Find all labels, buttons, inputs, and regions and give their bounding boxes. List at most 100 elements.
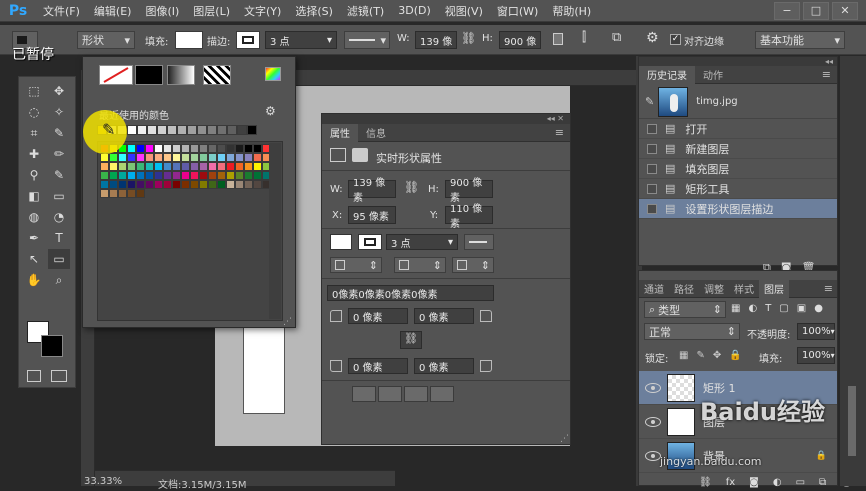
color-swatch[interactable] — [127, 153, 136, 162]
corner-link-icon[interactable]: ⛓ — [400, 331, 422, 349]
color-swatch[interactable] — [127, 162, 136, 171]
color-swatch[interactable] — [118, 171, 127, 180]
color-swatch[interactable] — [217, 171, 226, 180]
pattern-icon[interactable] — [203, 65, 231, 85]
dodge-tool-icon[interactable]: ◔ — [48, 207, 70, 227]
color-swatch[interactable] — [127, 189, 136, 198]
layers-scrollbar-thumb[interactable] — [848, 386, 856, 456]
color-swatch[interactable] — [253, 162, 262, 171]
filter-toggle-icon[interactable]: ● — [814, 303, 823, 314]
type-filter-icon[interactable]: T — [765, 303, 771, 314]
color-swatch[interactable] — [226, 180, 235, 189]
menu-item[interactable]: 编辑(E) — [87, 0, 139, 22]
color-swatch[interactable] — [172, 171, 181, 180]
color-swatch[interactable] — [244, 171, 253, 180]
folder-icon[interactable]: ▭ — [796, 477, 805, 488]
lasso-tool-icon[interactable]: ◌ — [23, 102, 45, 122]
color-swatch[interactable] — [154, 153, 163, 162]
color-swatch[interactable] — [199, 171, 208, 180]
workspace-select[interactable]: 基本功能 ▾ — [755, 31, 845, 49]
color-swatch[interactable] — [154, 180, 163, 189]
color-swatch[interactable] — [217, 144, 226, 153]
exclude-shapes-button[interactable] — [430, 386, 454, 402]
color-swatch[interactable] — [190, 144, 199, 153]
color-swatch[interactable] — [172, 144, 181, 153]
recent-color-swatch[interactable] — [157, 125, 167, 135]
panel-collapse-icon[interactable]: ◂◂ ✕ — [322, 114, 570, 124]
adjustment-layer-icon[interactable]: ◐ — [773, 477, 782, 488]
menu-item[interactable]: 3D(D) — [391, 0, 438, 22]
mask-properties-icon[interactable] — [352, 148, 368, 162]
color-swatch[interactable] — [100, 162, 109, 171]
color-swatch[interactable] — [235, 144, 244, 153]
color-swatch[interactable] — [154, 171, 163, 180]
color-swatch[interactable] — [100, 189, 109, 198]
color-swatch[interactable] — [163, 153, 172, 162]
color-swatch[interactable] — [253, 171, 262, 180]
clone-stamp-tool-icon[interactable]: ⚲ — [23, 165, 45, 185]
tab-styles[interactable]: 样式 — [729, 280, 759, 298]
lock-all-icon[interactable]: 🔒 — [729, 350, 741, 361]
combine-shapes-button[interactable] — [352, 386, 376, 402]
color-swatch[interactable] — [208, 171, 217, 180]
menu-item[interactable]: 滤镜(T) — [340, 0, 391, 22]
blend-mode-select[interactable]: 正常 ⇕ — [644, 323, 740, 340]
blur-tool-icon[interactable]: ◍ — [23, 207, 45, 227]
fx-icon[interactable]: fx — [726, 477, 735, 488]
lock-transparent-icon[interactable]: ▦ — [679, 350, 688, 361]
color-swatch[interactable] — [163, 162, 172, 171]
menu-item[interactable]: 选择(S) — [288, 0, 340, 22]
color-swatch[interactable] — [244, 180, 253, 189]
swatches-scrollbar[interactable] — [269, 143, 281, 319]
corner-br-input[interactable]: 0 像素 — [414, 358, 474, 374]
layer-filter-select[interactable]: ⌕ 类型 ⇕ — [644, 301, 726, 318]
gear-icon[interactable]: ⚙ — [265, 104, 276, 118]
panel-menu-icon[interactable]: ≡ — [555, 126, 564, 139]
panel-menu-icon[interactable]: ≡ — [824, 282, 833, 295]
history-checkbox[interactable] — [647, 143, 657, 154]
recent-color-swatch[interactable] — [247, 125, 257, 135]
color-swatch[interactable] — [154, 144, 163, 153]
resize-grip-icon[interactable]: ⋰ — [283, 317, 292, 327]
prop-stroke-swatch[interactable] — [358, 234, 382, 250]
color-swatch[interactable] — [109, 171, 118, 180]
color-swatch[interactable] — [118, 180, 127, 189]
color-swatch[interactable] — [136, 144, 145, 153]
color-swatch[interactable] — [163, 180, 172, 189]
lock-position-icon[interactable]: ✥ — [713, 350, 721, 361]
history-snapshot[interactable]: ✎ timg.jpg — [639, 85, 837, 119]
color-swatch[interactable] — [109, 189, 118, 198]
background-color[interactable] — [41, 335, 63, 357]
color-swatch[interactable] — [118, 162, 127, 171]
color-swatch[interactable] — [208, 153, 217, 162]
adjustment-filter-icon[interactable]: ◐ — [748, 303, 757, 314]
recent-color-swatch[interactable] — [177, 125, 187, 135]
path-operations-icon[interactable] — [553, 33, 563, 45]
tab-paths[interactable]: 路径 — [669, 280, 699, 298]
magic-wand-tool-icon[interactable]: ✧ — [48, 102, 70, 122]
color-swatch[interactable] — [199, 180, 208, 189]
tab-properties[interactable]: 属性 — [322, 123, 358, 142]
shape-filter-icon[interactable]: ▢ — [779, 303, 788, 314]
gear-icon[interactable]: ⚙ — [646, 30, 659, 46]
recent-color-swatch[interactable] — [137, 125, 147, 135]
shape-mode-select[interactable]: 形状 ▾ — [77, 31, 135, 49]
eye-icon[interactable] — [645, 382, 661, 393]
color-swatch[interactable] — [172, 162, 181, 171]
rectangle-tool-icon[interactable]: ▭ — [48, 249, 70, 269]
color-swatch[interactable] — [136, 171, 145, 180]
path-selection-tool-icon[interactable]: ↖ — [23, 249, 45, 269]
prop-width-input[interactable]: 139 像素 — [348, 178, 396, 204]
color-swatch[interactable] — [199, 144, 208, 153]
recent-color-swatch[interactable] — [197, 125, 207, 135]
recent-color-swatch[interactable] — [147, 125, 157, 135]
color-swatch[interactable] — [172, 180, 181, 189]
intersect-shapes-button[interactable] — [404, 386, 428, 402]
pixel-filter-icon[interactable]: ▦ — [731, 303, 740, 314]
stroke-cap-select[interactable]: ⇕ — [394, 257, 446, 273]
opacity-input[interactable]: 100% ▾ — [797, 323, 835, 340]
marquee-tool-icon[interactable]: ⬚ — [23, 81, 45, 101]
history-item[interactable]: ▤ 打开 — [639, 119, 837, 139]
align-edges-checkbox[interactable]: ✓ — [670, 34, 681, 45]
eye-icon[interactable] — [645, 416, 661, 427]
